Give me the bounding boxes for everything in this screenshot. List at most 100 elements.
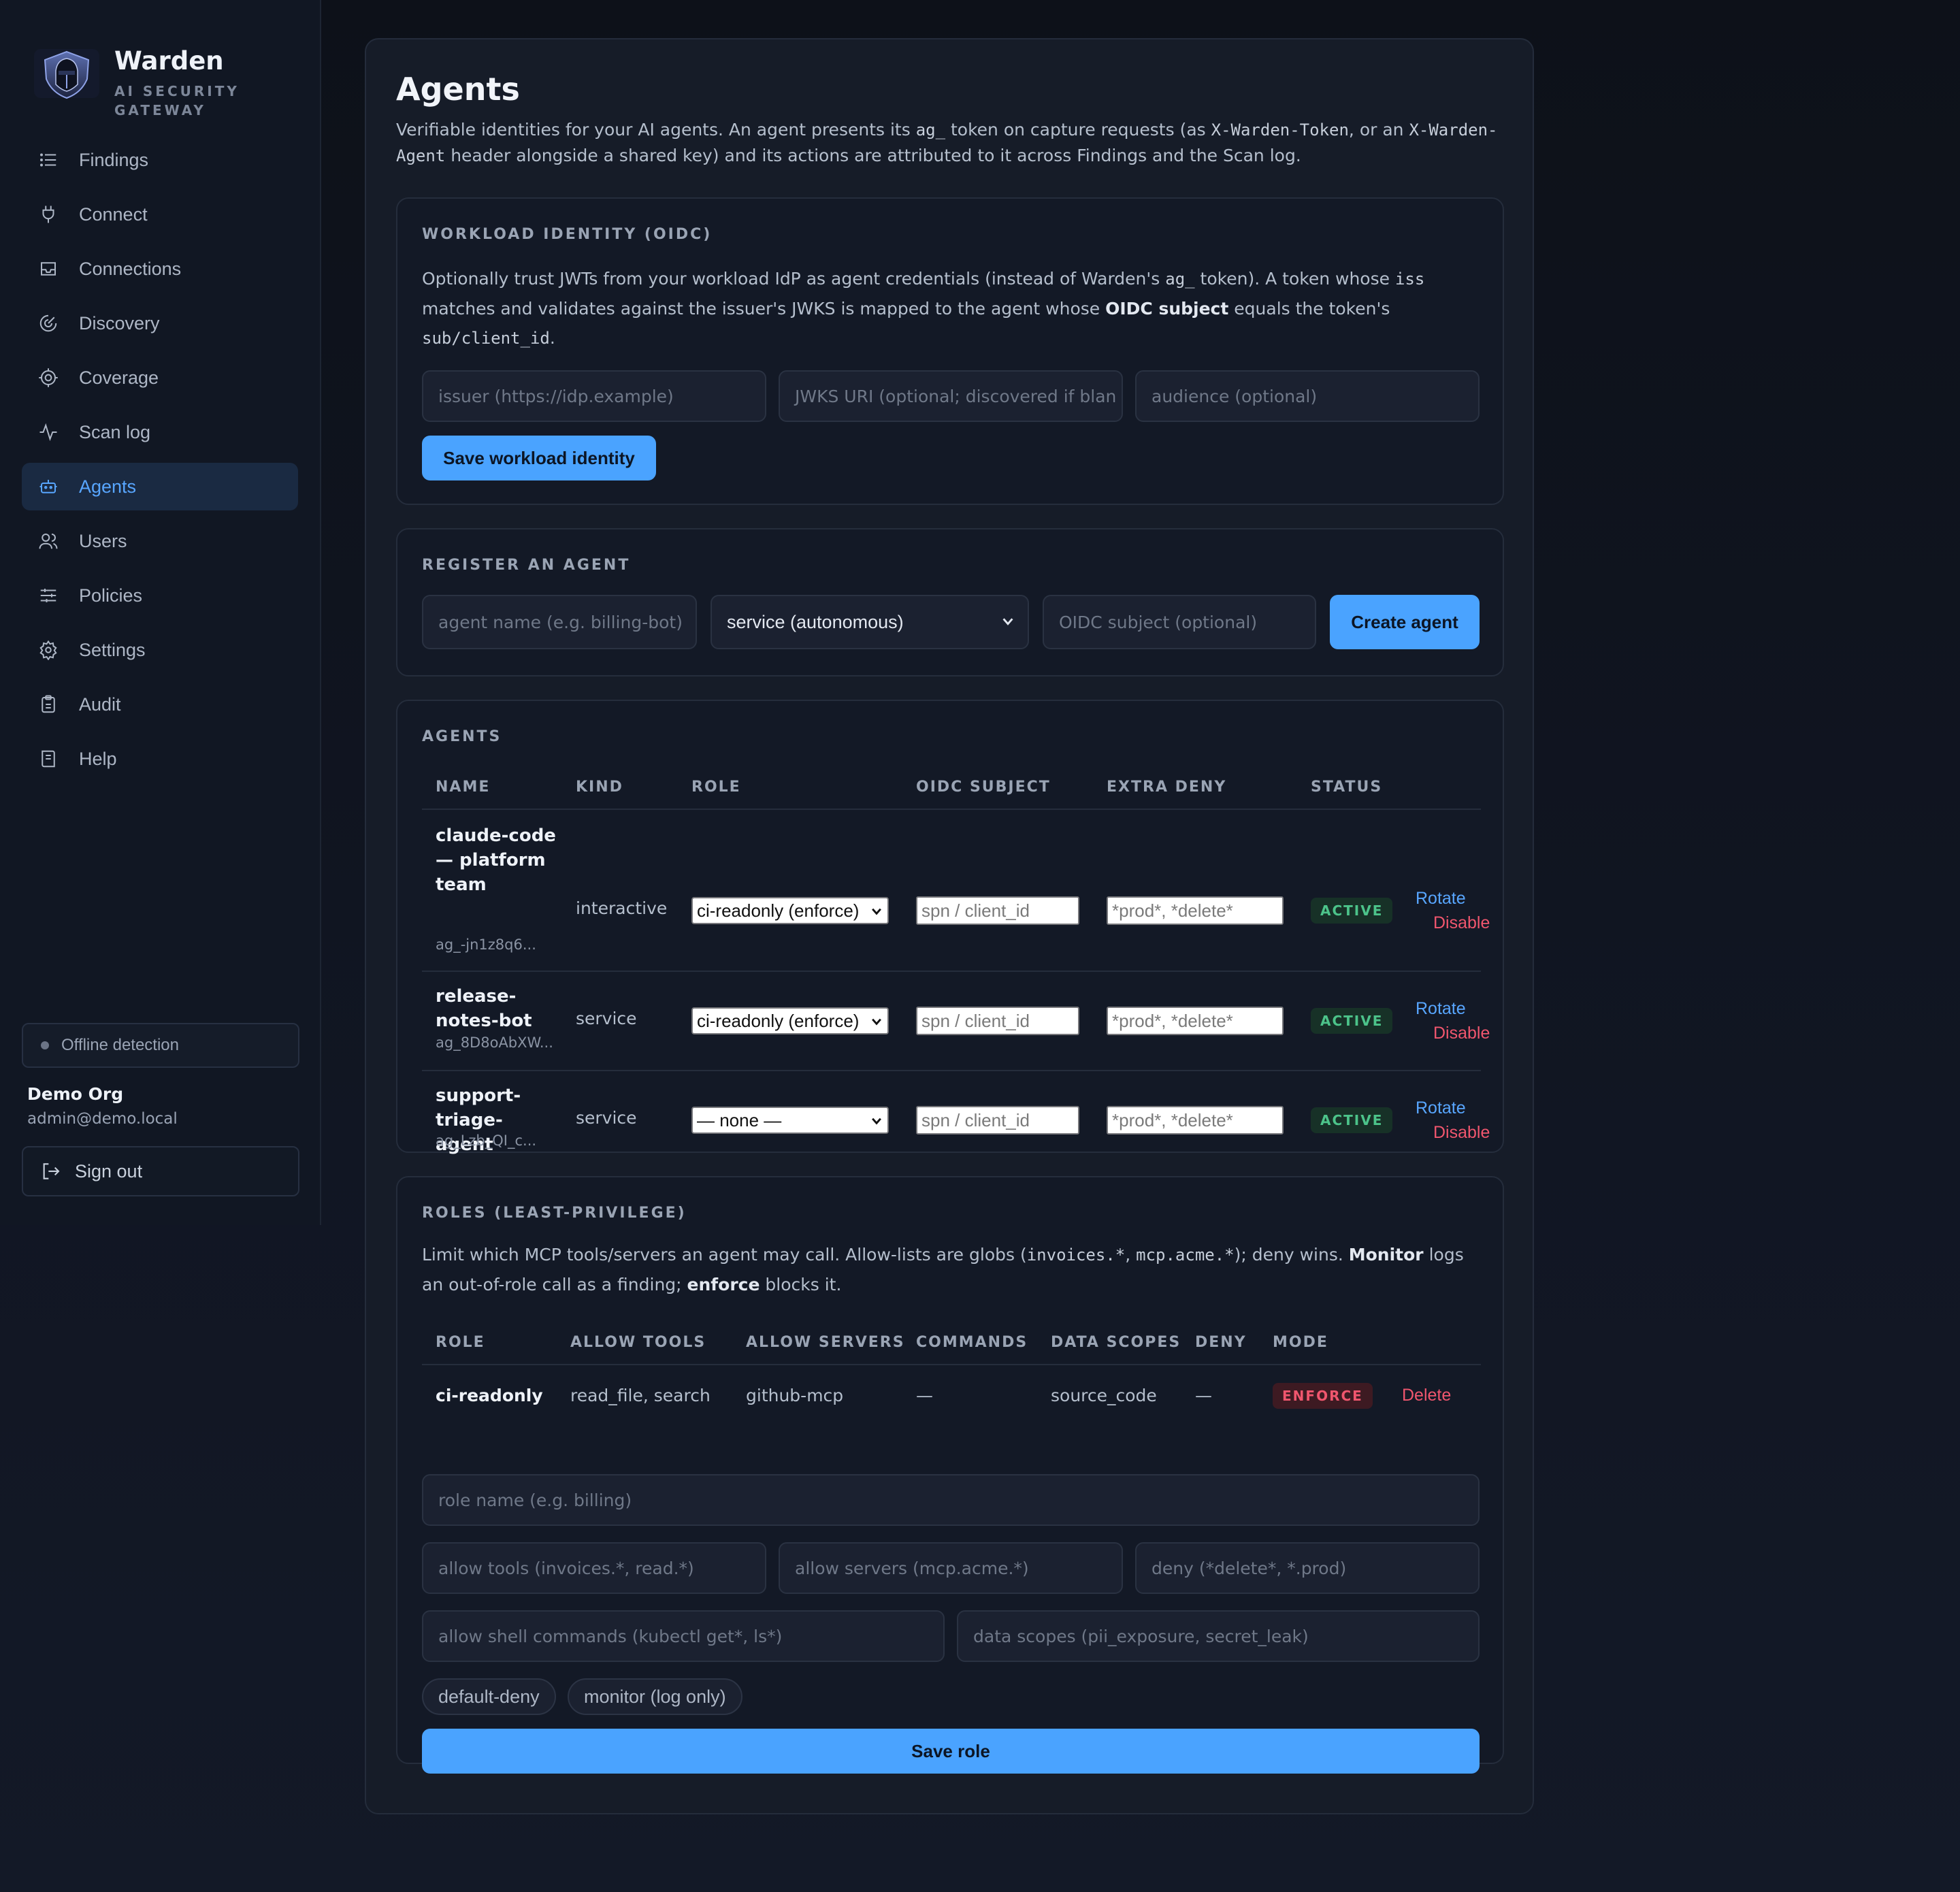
desc-bold: enforce [687, 1275, 760, 1294]
sidebar-item-connect[interactable]: Connect [22, 191, 298, 238]
agent-token-id: ag_8D8oAbXW... [436, 1034, 553, 1051]
sidebar-item-users[interactable]: Users [22, 517, 298, 565]
oidc-subject-input[interactable]: OIDC subject (optional) [1043, 595, 1316, 649]
desc-code: invoices.* [1026, 1245, 1126, 1265]
desc-code: sub/client_id [422, 329, 550, 348]
sidebar-item-scan-log[interactable]: Scan log [22, 408, 298, 456]
status-dot-icon [41, 1041, 49, 1049]
agent-name-line: team [436, 875, 487, 895]
agent-oidc-subject-input[interactable]: spn / client_id [916, 896, 1079, 925]
role-commands: — [916, 1386, 933, 1405]
agent-name-line: release- [436, 986, 517, 1007]
sidebar-item-audit[interactable]: Audit [22, 681, 298, 728]
sidebar-nav: Findings Connect Connections Discovery C… [22, 136, 298, 789]
save-role-button[interactable]: Save role [422, 1729, 1480, 1774]
sidebar: Warden AI SECURITY GATEWAY Findings Conn… [0, 0, 321, 1225]
agent-role-select[interactable]: — none — [691, 1107, 889, 1134]
desc-code: ag_ [1165, 270, 1195, 289]
org-email: admin@demo.local [27, 1110, 178, 1128]
sliders-icon [38, 585, 59, 606]
agents-title: AGENTS [422, 728, 502, 745]
logout-icon [43, 1163, 60, 1179]
sidebar-item-label: Findings [79, 149, 149, 170]
desc-bold: Monitor [1348, 1245, 1424, 1265]
desc-code: X-Warden-Token [1211, 120, 1349, 140]
desc-bold: OIDC subject [1105, 299, 1229, 319]
sidebar-item-findings[interactable]: Findings [22, 136, 298, 184]
monitor-toggle[interactable]: monitor (log only) [568, 1678, 742, 1715]
desc-text: blocks it. [760, 1275, 842, 1294]
status-badge: ACTIVE [1311, 898, 1393, 924]
agent-kind-select[interactable]: service (autonomous) [710, 595, 1029, 649]
agent-name: claude-code — platform team [436, 823, 558, 897]
role-allow-servers: github-mcp [746, 1386, 844, 1405]
desc-text: ); deny wins. [1234, 1245, 1349, 1265]
save-workload-identity-button[interactable]: Save workload identity [422, 436, 656, 480]
radar-icon [38, 313, 59, 333]
disable-link[interactable]: Disable [1433, 1024, 1490, 1043]
column-header-role: ROLE [691, 779, 741, 796]
sidebar-item-label: Discovery [79, 312, 160, 333]
rotate-link[interactable]: Rotate [1416, 999, 1466, 1019]
jwks-uri-input[interactable]: JWKS URI (optional; discovered if blan [779, 370, 1123, 422]
sidebar-item-label: Scan log [79, 421, 151, 442]
brand-subtitle-line2: GATEWAY [114, 102, 206, 118]
bot-icon [38, 476, 59, 497]
roles-card: ROLES (LEAST-PRIVILEGE) Limit which MCP … [396, 1176, 1504, 1774]
sidebar-item-label: Policies [79, 585, 143, 606]
list-icon [38, 150, 59, 170]
shell-commands-input[interactable]: allow shell commands (kubectl get*, ls*) [422, 1610, 945, 1662]
delete-role-link[interactable]: Delete [1402, 1386, 1451, 1405]
column-header-extra-deny: EXTRA DENY [1107, 779, 1227, 796]
agent-role-value: ci-readonly (enforce) [697, 900, 860, 921]
sidebar-item-label: Connect [79, 203, 148, 225]
sidebar-item-label: Agents [79, 476, 137, 497]
sidebar-item-agents[interactable]: Agents [22, 463, 298, 510]
data-scopes-input[interactable]: data scopes (pii_exposure, secret_leak) [957, 1610, 1480, 1662]
audience-input[interactable]: audience (optional) [1135, 370, 1480, 422]
rotate-link[interactable]: Rotate [1416, 889, 1466, 909]
sidebar-item-policies[interactable]: Policies [22, 572, 298, 619]
deny-input[interactable]: deny (*delete*, *.prod) [1135, 1542, 1480, 1594]
sidebar-item-discovery[interactable]: Discovery [22, 299, 298, 347]
allow-tools-input[interactable]: allow tools (invoices.*, read.*) [422, 1542, 766, 1594]
agent-role-value: — none — [697, 1109, 782, 1130]
desc-code: mcp.acme.* [1136, 1245, 1235, 1265]
sign-out-button[interactable]: Sign out [22, 1146, 299, 1196]
sidebar-item-help[interactable]: Help [22, 735, 298, 783]
brand-name: Warden [114, 46, 224, 76]
page-title: Agents [396, 71, 520, 108]
sidebar-item-coverage[interactable]: Coverage [22, 354, 298, 402]
agent-role-select[interactable]: ci-readonly (enforce) [691, 897, 889, 924]
agent-extra-deny-input[interactable]: *prod*, *delete* [1107, 1106, 1284, 1135]
desc-text: , or an [1348, 120, 1409, 140]
agent-name-input[interactable]: agent name (e.g. billing-bot) [422, 595, 697, 649]
chevron-down-icon [1002, 618, 1013, 625]
warden-logo-icon [34, 49, 99, 99]
agent-oidc-subject-input[interactable]: spn / client_id [916, 1106, 1079, 1135]
users-icon [38, 531, 59, 551]
disable-link[interactable]: Disable [1433, 1123, 1490, 1143]
sidebar-item-settings[interactable]: Settings [22, 626, 298, 674]
sidebar-item-connections[interactable]: Connections [22, 245, 298, 293]
mode-badge: ENFORCE [1273, 1383, 1373, 1409]
agent-extra-deny-input[interactable]: *prod*, *delete* [1107, 1007, 1284, 1035]
default-deny-toggle[interactable]: default-deny [422, 1678, 556, 1715]
create-agent-button[interactable]: Create agent [1330, 595, 1480, 649]
agent-extra-deny-input[interactable]: *prod*, *delete* [1107, 896, 1284, 925]
offline-detection-label: Offline detection [61, 1036, 180, 1054]
chevron-down-icon [872, 1018, 881, 1026]
issuer-input[interactable]: issuer (https://idp.example) [422, 370, 766, 422]
rotate-link[interactable]: Rotate [1416, 1098, 1466, 1118]
allow-servers-input[interactable]: allow servers (mcp.acme.*) [779, 1542, 1123, 1594]
row-divider [422, 971, 1481, 972]
desc-code: ag_ [915, 120, 946, 140]
agent-kind: interactive [576, 898, 668, 918]
agent-oidc-subject-input[interactable]: spn / client_id [916, 1007, 1079, 1035]
column-header-data-scopes: DATA SCOPES [1051, 1334, 1181, 1351]
agent-kind-value: service (autonomous) [727, 611, 904, 632]
disable-link[interactable]: Disable [1433, 913, 1490, 933]
brand-subtitle-line1: AI SECURITY [114, 83, 240, 99]
role-name-input[interactable]: role name (e.g. billing) [422, 1474, 1480, 1526]
agent-role-select[interactable]: ci-readonly (enforce) [691, 1007, 889, 1034]
